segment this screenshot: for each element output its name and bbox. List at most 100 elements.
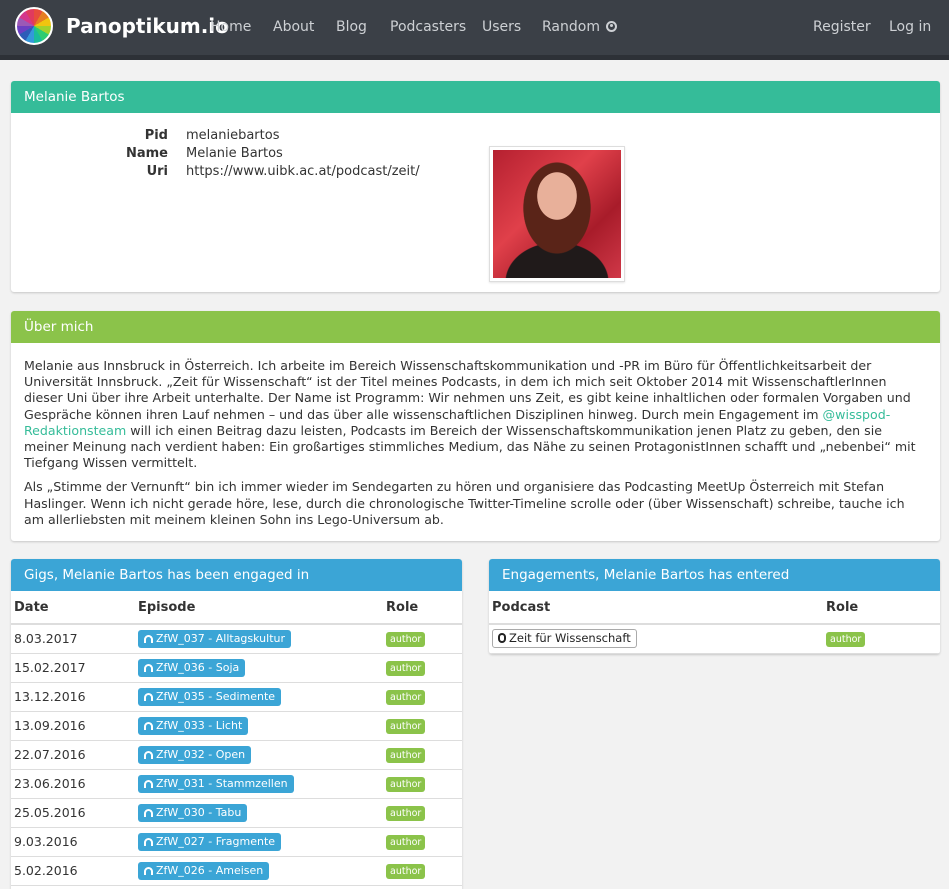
- col-podcast: Podcast: [489, 591, 823, 625]
- podcast-icon: [606, 21, 618, 32]
- profile-photo: [493, 150, 621, 278]
- headphones-icon: [144, 721, 153, 730]
- table-row: 13.09.2016 ZfW_033 - Licht author: [11, 711, 462, 741]
- gig-date: 13.12.2016: [11, 682, 135, 712]
- table-row: 22.07.2016 ZfW_032 - Open author: [11, 740, 462, 770]
- role-badge: author: [386, 835, 426, 850]
- pid-value: melaniebartos: [186, 128, 280, 143]
- episode-link[interactable]: ZfW_032 - Open: [138, 745, 252, 764]
- role-badge: author: [386, 719, 426, 734]
- profile-panel: Melanie Bartos Pid melaniebartos Name Me…: [11, 81, 940, 292]
- headphones-icon: [144, 866, 153, 875]
- role-badge: author: [826, 632, 866, 648]
- table-row: 15.02.2017 ZfW_036 - Soja author: [11, 653, 462, 683]
- pid-key: Pid: [144, 128, 168, 143]
- podcast-button[interactable]: Zeit für Wissenschaft: [492, 629, 637, 649]
- nav-users[interactable]: Users: [482, 19, 521, 35]
- headphones-icon: [144, 663, 153, 672]
- profile-title: Melanie Bartos: [11, 81, 940, 113]
- nav-random[interactable]: Random: [542, 19, 618, 35]
- engagements-panel: Engagements, Melanie Bartos has entered …: [489, 559, 940, 654]
- episode-link[interactable]: ZfW_036 - Soja: [138, 658, 246, 677]
- episode-link[interactable]: ZfW_037 - Alltagskultur: [138, 629, 292, 648]
- nav-about[interactable]: About: [273, 19, 314, 35]
- role-badge: author: [386, 690, 426, 705]
- headphones-icon: [144, 808, 153, 817]
- gig-date: 22.07.2016: [11, 740, 135, 770]
- nav-podcasters[interactable]: Podcasters: [390, 19, 466, 35]
- engagements-title: Engagements, Melanie Bartos has entered: [489, 559, 940, 591]
- headphones-icon: [144, 634, 153, 643]
- microphone-icon: [498, 633, 506, 644]
- episode-label: ZfW_030 - Tabu: [156, 805, 242, 819]
- uri-key: Uri: [146, 164, 168, 179]
- gig-date: 25.05.2016: [11, 798, 135, 828]
- col-engagement-role: Role: [823, 591, 940, 625]
- nav-login[interactable]: Log in: [889, 19, 931, 35]
- podcast-label: Zeit für Wissenschaft: [509, 631, 631, 646]
- episode-label: ZfW_032 - Open: [156, 747, 246, 761]
- gigs-table: Date Episode Role 8.03.2017 ZfW_037 - Al…: [11, 591, 462, 886]
- episode-label: ZfW_026 - Ameisen: [156, 863, 264, 877]
- table-row: 25.05.2016 ZfW_030 - Tabu author: [11, 798, 462, 828]
- table-row: 8.03.2017 ZfW_037 - Alltagskultur author: [11, 624, 462, 654]
- gig-date: 23.06.2016: [11, 769, 135, 799]
- episode-label: ZfW_033 - Licht: [156, 718, 243, 732]
- brand-link[interactable]: Panoptikum.io: [66, 14, 229, 38]
- gig-date: 8.03.2017: [11, 624, 135, 654]
- role-badge: author: [386, 661, 426, 676]
- episode-link[interactable]: ZfW_027 - Fragmente: [138, 832, 282, 851]
- table-row: 13.12.2016 ZfW_035 - Sedimente author: [11, 682, 462, 712]
- episode-link[interactable]: ZfW_033 - Licht: [138, 716, 249, 735]
- col-episode: Episode: [135, 591, 383, 625]
- headphones-icon: [144, 837, 153, 846]
- episode-link[interactable]: ZfW_031 - Stammzellen: [138, 774, 294, 793]
- role-badge: author: [386, 748, 426, 763]
- gigs-title: Gigs, Melanie Bartos has been engaged in: [11, 559, 462, 591]
- gig-date: 5.02.2016: [11, 856, 135, 886]
- about-paragraph-1: Melanie aus Innsbruck in Österreich. Ich…: [24, 358, 926, 471]
- nav-random-label: Random: [542, 19, 600, 35]
- engagements-table: Podcast Role Zeit für Wissenschaft autho…: [489, 591, 940, 654]
- episode-label: ZfW_031 - Stammzellen: [156, 776, 288, 790]
- uri-link[interactable]: https://www.uibk.ac.at/podcast/zeit/: [186, 163, 420, 180]
- role-badge: author: [386, 806, 426, 821]
- table-row: 9.03.2016 ZfW_027 - Fragmente author: [11, 827, 462, 857]
- about-p1-text-b: will ich einen Beitrag dazu leisten, Pod…: [24, 422, 916, 471]
- nav-register[interactable]: Register: [813, 19, 871, 35]
- panoptikum-logo-icon[interactable]: [15, 7, 53, 45]
- name-key: Name: [125, 146, 168, 161]
- about-paragraph-2: Als „Stimme der Vernunft“ bin ich immer …: [24, 479, 905, 527]
- episode-link[interactable]: ZfW_035 - Sedimente: [138, 687, 282, 706]
- gig-date: 15.02.2017: [11, 653, 135, 683]
- role-badge: author: [386, 864, 426, 879]
- episode-link[interactable]: ZfW_026 - Ameisen: [138, 861, 270, 880]
- navbar: Panoptikum.io Home About Blog Podcasters…: [0, 0, 949, 60]
- about-text: Melanie aus Innsbruck in Österreich. Ich…: [24, 358, 926, 536]
- table-row: 5.02.2016 ZfW_026 - Ameisen author: [11, 856, 462, 886]
- headphones-icon: [144, 692, 153, 701]
- episode-label: ZfW_027 - Fragmente: [156, 834, 276, 848]
- gigs-panel: Gigs, Melanie Bartos has been engaged in…: [11, 559, 462, 889]
- role-badge: author: [386, 632, 426, 648]
- about-p1-text-a: Melanie aus Innsbruck in Österreich. Ich…: [24, 358, 911, 422]
- episode-label: ZfW_037 - Alltagskultur: [156, 631, 286, 645]
- table-row: Zeit für Wissenschaft author: [489, 624, 940, 654]
- headphones-icon: [144, 779, 153, 788]
- nav-blog[interactable]: Blog: [336, 19, 367, 35]
- gig-date: 13.09.2016: [11, 711, 135, 741]
- episode-label: ZfW_035 - Sedimente: [156, 689, 276, 703]
- gig-date: 9.03.2016: [11, 827, 135, 857]
- episode-label: ZfW_036 - Soja: [156, 660, 240, 674]
- col-role: Role: [383, 591, 462, 625]
- headphones-icon: [144, 750, 153, 759]
- role-badge: author: [386, 777, 426, 792]
- table-row: 23.06.2016 ZfW_031 - Stammzellen author: [11, 769, 462, 799]
- name-value: Melanie Bartos: [186, 146, 283, 161]
- col-date: Date: [11, 591, 135, 625]
- episode-link[interactable]: ZfW_030 - Tabu: [138, 803, 248, 822]
- about-title: Über mich: [11, 311, 940, 343]
- profile-photo-frame: [489, 146, 625, 282]
- about-panel: Über mich Melanie aus Innsbruck in Öster…: [11, 311, 940, 541]
- nav-home[interactable]: Home: [210, 19, 251, 35]
